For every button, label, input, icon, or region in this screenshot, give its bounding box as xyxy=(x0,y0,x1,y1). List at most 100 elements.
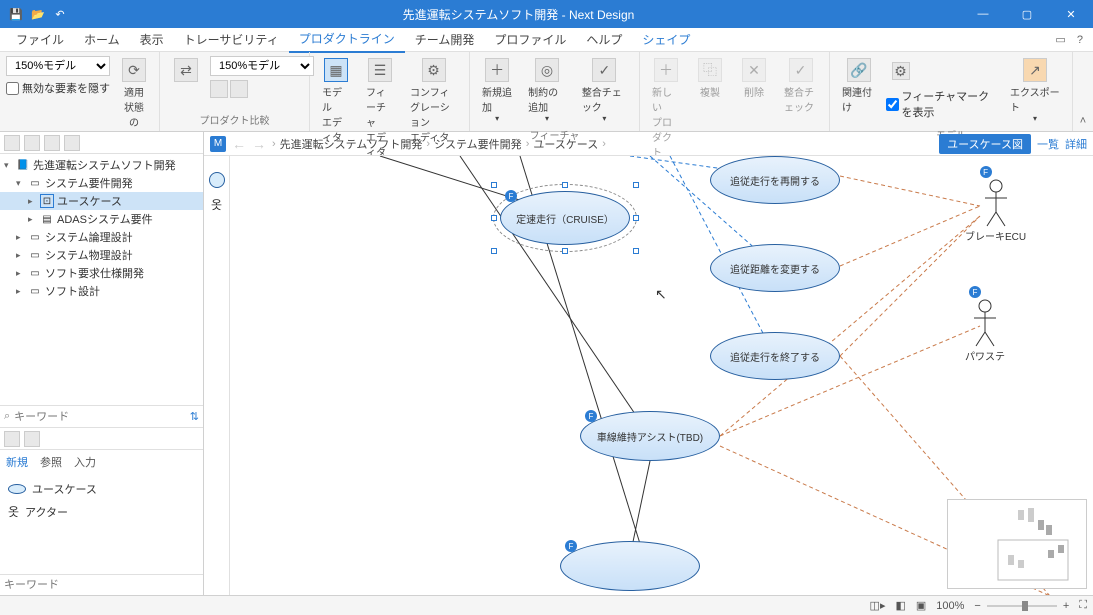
view-detail-link[interactable]: 詳細 xyxy=(1065,136,1087,152)
tree-tool3-icon[interactable] xyxy=(44,135,60,151)
tree-search-input[interactable] xyxy=(14,411,186,423)
breadcrumb-item[interactable]: 先進運転システムソフト開発 xyxy=(280,136,423,152)
tree-toolbar xyxy=(0,132,203,154)
compare-opt2-icon[interactable] xyxy=(230,80,248,98)
model-dropdown[interactable]: 150%モデル xyxy=(6,56,110,76)
config-consistency-button[interactable]: ✓整合チェック xyxy=(778,56,823,116)
zoom-value: 100% xyxy=(936,600,964,612)
save-icon[interactable]: 💾 xyxy=(8,6,24,22)
menu-help[interactable]: ヘルプ xyxy=(576,27,632,52)
diagram-canvas[interactable]: F 定速走行（CRUISE） 追従走行を再開する 追従距離を変更する 追従走行を… xyxy=(230,156,1093,595)
palette-search-input[interactable] xyxy=(4,579,199,591)
tree-tool2-icon[interactable] xyxy=(24,135,40,151)
tree-root[interactable]: ▾📘先進運転システムソフト開発 xyxy=(0,156,203,174)
tree-node[interactable]: ▸▤ADASシステム要件 xyxy=(0,210,203,228)
tree-node[interactable]: ▸▭システム論理設計 xyxy=(0,228,203,246)
menu-team[interactable]: チーム開発 xyxy=(405,27,485,52)
add-constraint-button[interactable]: ◎制約の追加▾ xyxy=(522,56,572,125)
left-panel: ▾📘先進運転システムソフト開発 ▾▭システム要件開発 ▸⊡ユースケース ▸▤AD… xyxy=(0,132,204,595)
window-icon[interactable]: ▭ xyxy=(1055,34,1065,46)
menu-profile[interactable]: プロファイル xyxy=(484,27,576,52)
add-new-button[interactable]: ＋新規追加▾ xyxy=(476,56,518,125)
usecase-node[interactable]: 追従走行を終了する xyxy=(710,332,840,380)
tool-rail: 옷 xyxy=(204,156,230,595)
project-tree: ▾📘先進運転システムソフト開発 ▾▭システム要件開発 ▸⊡ユースケース ▸▤AD… xyxy=(0,154,203,405)
usecase-node[interactable]: F xyxy=(560,541,700,591)
feature-mark-icon: F xyxy=(980,166,992,178)
feature-mark-icon: F xyxy=(969,286,981,298)
menu-view[interactable]: 表示 xyxy=(130,27,174,52)
menu-home[interactable]: ホーム xyxy=(74,27,130,52)
minimize-button[interactable]: — xyxy=(961,0,1005,28)
status-icon[interactable]: ◫▸ xyxy=(870,599,886,612)
show-feature-mark-checkbox[interactable]: フィーチャマークを表示 xyxy=(886,88,1000,120)
window-title: 先進運転システムソフト開発 - Next Design xyxy=(76,6,961,23)
ellipse-tool-icon[interactable] xyxy=(209,172,225,188)
delete-button[interactable]: ✕削除 xyxy=(734,56,774,101)
palette-usecase[interactable]: ユースケース xyxy=(8,478,195,500)
tree-node[interactable]: ▸▭システム物理設計 xyxy=(0,246,203,264)
view-diagram-button[interactable]: ユースケース図 xyxy=(939,134,1031,154)
zoom-slider[interactable] xyxy=(987,605,1057,607)
panel-tool1-icon[interactable] xyxy=(4,431,20,447)
feature-mark-icon: F xyxy=(585,410,597,422)
zoom-in-button[interactable]: + xyxy=(1063,600,1069,612)
menu-productline[interactable]: プロダクトライン xyxy=(289,26,405,53)
usecase-node[interactable]: F車線維持アシスト(TBD) xyxy=(580,411,720,461)
fit-icon[interactable]: ⛶ xyxy=(1079,599,1087,612)
nav-fwd-icon[interactable]: → xyxy=(252,136,266,152)
hide-invalid-checkbox[interactable]: 無効な要素を隠す xyxy=(6,80,110,96)
ribbon: 150%モデル 無効な要素を隠す ⟳適用状態の 再計算 適用 ⇄ 150%モデル… xyxy=(0,52,1093,132)
status-icon[interactable]: ◧ xyxy=(895,599,905,612)
tree-node[interactable]: ▾▭システム要件開発 xyxy=(0,174,203,192)
palette-tab-input[interactable]: 入力 xyxy=(74,454,96,470)
associate-sub-icon[interactable]: ⚙ xyxy=(886,60,1000,84)
usecase-node[interactable]: 追従距離を変更する xyxy=(710,244,840,292)
tree-node-usecase[interactable]: ▸⊡ユースケース xyxy=(0,192,203,210)
menu-traceability[interactable]: トレーサビリティ xyxy=(174,27,289,52)
title-bar: 💾 📂 ↶ 先進運転システムソフト開発 - Next Design — ▢ ✕ xyxy=(0,0,1093,28)
minimap[interactable] xyxy=(947,499,1087,589)
close-button[interactable]: ✕ xyxy=(1049,0,1093,28)
open-icon[interactable]: 📂 xyxy=(30,6,46,22)
status-bar: ◫▸ ◧ ▣ 100% − + ⛶ xyxy=(0,595,1093,615)
usecase-node[interactable]: 追従走行を再開する xyxy=(710,156,840,204)
view-list-link[interactable]: 一覧 xyxy=(1037,136,1059,152)
export-button[interactable]: ↗エクスポート▾ xyxy=(1004,56,1066,125)
feature-consistency-button[interactable]: ✓整合チェック▾ xyxy=(576,56,633,125)
zoom-out-button[interactable]: − xyxy=(974,600,980,612)
compare-opt1-icon[interactable] xyxy=(210,80,228,98)
collapse-ribbon-icon[interactable]: ˄ xyxy=(1073,52,1093,131)
breadcrumb-item[interactable]: ユースケース xyxy=(533,136,598,152)
palette-actor[interactable]: 옷アクター xyxy=(8,500,195,523)
tree-node[interactable]: ▸▭ソフト設計 xyxy=(0,282,203,300)
nav-back-icon[interactable]: ← xyxy=(232,136,246,152)
compare-dropdown[interactable]: 150%モデル xyxy=(210,56,314,76)
actor-node[interactable]: F ブレーキECU xyxy=(965,166,1026,243)
compare-button[interactable]: ⇄ xyxy=(166,56,206,86)
tree-tool1-icon[interactable] xyxy=(4,135,20,151)
menu-file[interactable]: ファイル xyxy=(6,27,74,52)
palette-tab-new[interactable]: 新規 xyxy=(6,454,28,470)
cursor-icon: ↖ xyxy=(655,286,667,303)
feature-mark-icon: F xyxy=(565,540,577,552)
menu-bar: ファイル ホーム 表示 トレーサビリティ プロダクトライン チーム開発 プロファ… xyxy=(0,28,1093,52)
menu-shape[interactable]: シェイプ xyxy=(632,27,700,52)
actor-tool-icon[interactable]: 옷 xyxy=(209,196,225,212)
breadcrumb-item[interactable]: システム要件開発 xyxy=(434,136,522,152)
actor-node[interactable]: F パワステ xyxy=(965,286,1005,363)
tree-tool4-icon[interactable] xyxy=(64,135,80,151)
tree-node[interactable]: ▸▭ソフト要求仕様開発 xyxy=(0,264,203,282)
filter-icon[interactable]: ⇅ xyxy=(190,410,199,423)
undo-icon[interactable]: ↶ xyxy=(52,6,68,22)
help-icon[interactable]: ? xyxy=(1077,34,1083,46)
breadcrumb: ›先進運転システムソフト開発 ›システム要件開発 ›ユースケース › xyxy=(272,136,933,152)
status-icon[interactable]: ▣ xyxy=(916,599,926,612)
associate-button[interactable]: 🔗関連付け xyxy=(836,56,882,116)
maximize-button[interactable]: ▢ xyxy=(1005,0,1049,28)
search-icon: ⌕ xyxy=(4,410,10,423)
usecase-node[interactable]: F 定速走行（CRUISE） xyxy=(500,191,630,245)
palette-tab-ref[interactable]: 参照 xyxy=(40,454,62,470)
panel-tool2-icon[interactable] xyxy=(24,431,40,447)
duplicate-button[interactable]: ⿻複製 xyxy=(690,56,730,101)
